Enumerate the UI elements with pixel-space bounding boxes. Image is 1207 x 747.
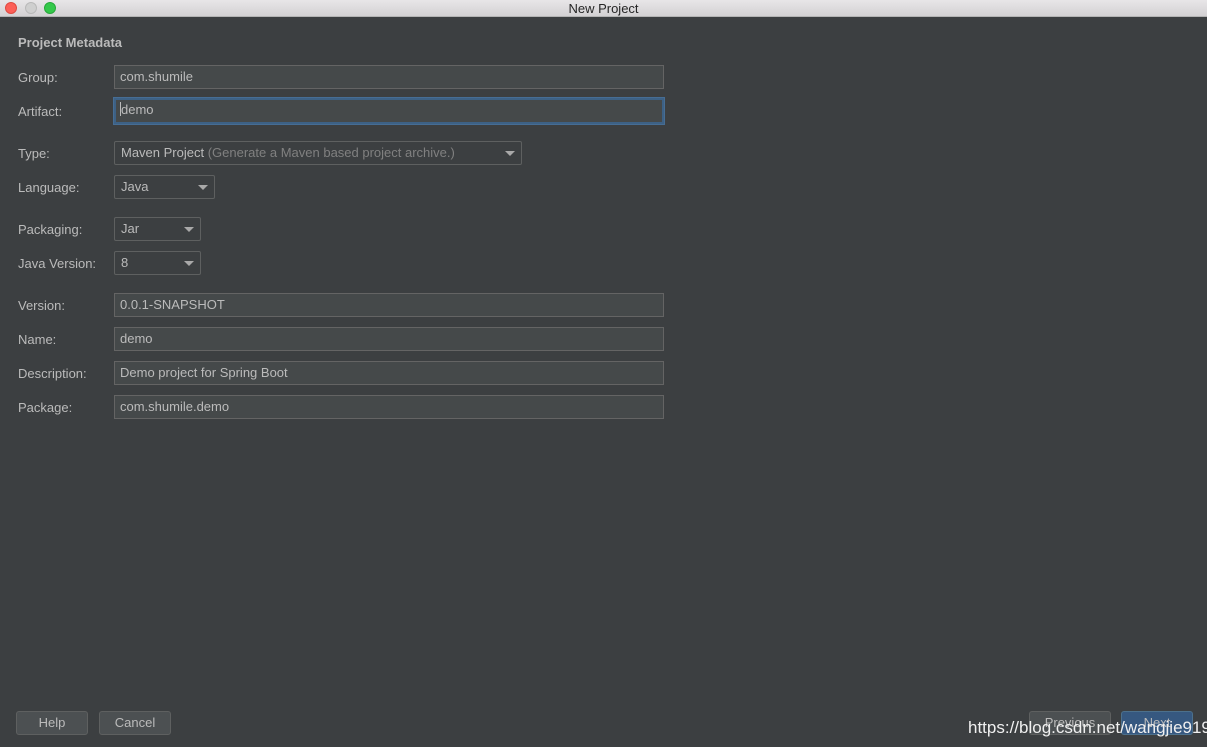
name-field[interactable]: demo: [114, 327, 664, 351]
title-bar: New Project: [0, 0, 1207, 17]
language-dropdown[interactable]: Java: [114, 175, 215, 199]
type-dropdown[interactable]: Maven Project (Generate a Maven based pr…: [114, 141, 522, 165]
version-label: Version:: [18, 298, 65, 313]
name-label: Name:: [18, 332, 57, 347]
package-field[interactable]: com.shumile.demo: [114, 395, 664, 419]
artifact-field[interactable]: demo: [114, 98, 664, 124]
chevron-down-icon: [505, 151, 515, 156]
section-title: Project Metadata: [18, 35, 123, 50]
chevron-down-icon: [184, 261, 194, 266]
type-hint: (Generate a Maven based project archive.…: [207, 145, 455, 160]
description-field[interactable]: Demo project for Spring Boot: [114, 361, 664, 385]
description-label: Description:: [18, 366, 87, 381]
window-title: New Project: [568, 1, 639, 16]
java-version-label: Java Version:: [18, 256, 97, 271]
java-version-dropdown[interactable]: 8: [114, 251, 201, 275]
java-version-value: 8: [121, 255, 129, 270]
help-button[interactable]: Help: [16, 711, 88, 735]
packaging-label: Packaging:: [18, 222, 83, 237]
artifact-value: demo: [121, 102, 154, 117]
packaging-value: Jar: [121, 221, 140, 236]
cancel-button[interactable]: Cancel: [99, 711, 171, 735]
type-label: Type:: [18, 146, 50, 161]
type-value: Maven Project: [121, 145, 205, 160]
version-field[interactable]: 0.0.1-SNAPSHOT: [114, 293, 664, 317]
language-value: Java: [121, 179, 149, 194]
artifact-label: Artifact:: [18, 104, 63, 119]
chevron-down-icon: [198, 185, 208, 190]
packaging-dropdown[interactable]: Jar: [114, 217, 201, 241]
chevron-down-icon: [184, 227, 194, 232]
group-field[interactable]: com.shumile: [114, 65, 664, 89]
package-label: Package:: [18, 400, 73, 415]
watermark-text: https://blog.csdn.net/wangjie919: [968, 718, 1207, 737]
language-label: Language:: [18, 180, 80, 195]
group-label: Group:: [18, 70, 58, 85]
